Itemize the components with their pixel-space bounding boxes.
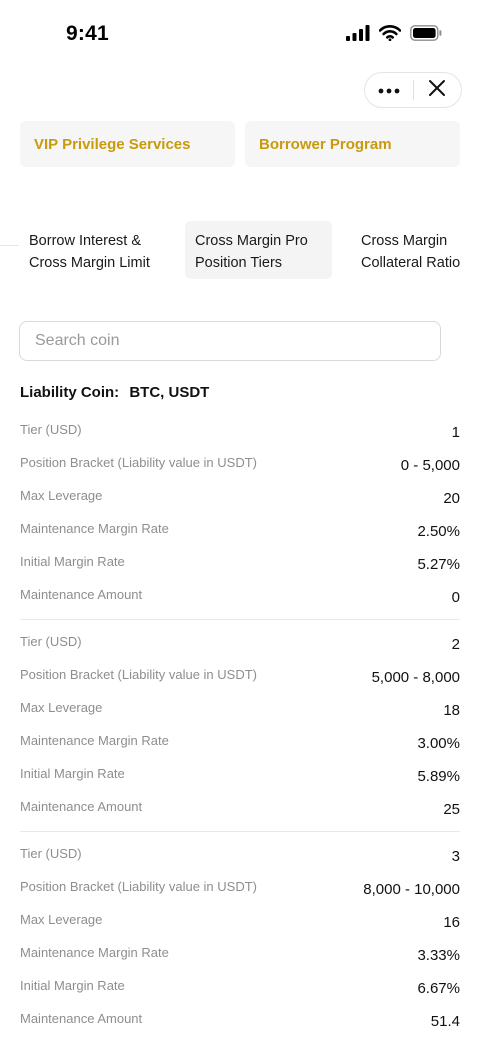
- maintenance-amount-value: 51.4: [430, 1013, 460, 1030]
- liability-coin: Liability Coin: BTC, USDT: [20, 384, 209, 401]
- battery-icon: [410, 25, 442, 46]
- position-bracket-label: Position Bracket (Liability value in USD…: [20, 455, 257, 470]
- position-bracket-row: Position Bracket (Liability value in USD…: [20, 447, 460, 480]
- maintenance-amount-label: Maintenance Amount: [20, 587, 143, 602]
- maintenance-margin-rate-value: 3.00%: [417, 735, 460, 752]
- max-leverage-value: 18: [443, 702, 460, 719]
- tier-row: Tier (USD) 3: [20, 838, 460, 871]
- maintenance-margin-rate-row: Maintenance Margin Rate 2.50%: [20, 513, 460, 546]
- max-leverage-label: Max Leverage: [20, 488, 103, 503]
- tab-label-line: Cross Margin: [361, 233, 448, 249]
- position-bracket-row: Position Bracket (Liability value in USD…: [20, 871, 460, 904]
- max-leverage-label: Max Leverage: [20, 700, 103, 715]
- maintenance-margin-rate-value: 2.50%: [417, 523, 460, 540]
- tab-label-line: Cross Margin Limit: [29, 255, 150, 271]
- mini-app-capsule: [364, 72, 462, 108]
- tier-value: 1: [451, 424, 460, 441]
- tier-block: Tier (USD) 1 Position Bracket (Liability v…: [20, 414, 460, 620]
- maintenance-margin-rate-label: Maintenance Margin Rate: [20, 521, 169, 536]
- position-bracket-value: 8,000 - 10,000: [363, 881, 460, 898]
- liability-coin-value: BTC, USDT: [129, 384, 210, 401]
- vip-privilege-card[interactable]: VIP Privilege Services: [20, 121, 235, 167]
- maintenance-amount-value: 0: [451, 589, 460, 606]
- position-bracket-label: Position Bracket (Liability value in USD…: [20, 667, 257, 682]
- tier-value: 2: [451, 636, 460, 653]
- maintenance-margin-rate-label: Maintenance Margin Rate: [20, 945, 169, 960]
- position-bracket-value: 0 - 5,000: [400, 457, 460, 474]
- initial-margin-rate-value: 5.89%: [417, 768, 460, 785]
- liability-coin-label: Liability Coin:: [20, 384, 120, 401]
- initial-margin-rate-value: 5.27%: [417, 556, 460, 573]
- tier-label: Tier (USD): [20, 846, 82, 861]
- maintenance-margin-rate-label: Maintenance Margin Rate: [20, 733, 169, 748]
- borrower-program-label: Borrower Program: [259, 135, 392, 153]
- tab-label-line: Collateral Ratio: [361, 255, 461, 271]
- maintenance-amount-row: Maintenance Amount 25: [20, 791, 460, 824]
- maintenance-amount-label: Maintenance Amount: [20, 799, 143, 814]
- initial-margin-rate-row: Initial Margin Rate 5.89%: [20, 758, 460, 791]
- max-leverage-row: Max Leverage 16: [20, 904, 460, 937]
- maintenance-amount-row: Maintenance Amount 51.4: [20, 1003, 460, 1036]
- max-leverage-row: Max Leverage 18: [20, 692, 460, 725]
- maintenance-margin-rate-row: Maintenance Margin Rate 3.33%: [20, 937, 460, 970]
- initial-margin-rate-label: Initial Margin Rate: [20, 554, 125, 569]
- initial-margin-rate-value: 6.67%: [417, 980, 460, 997]
- initial-margin-rate-label: Initial Margin Rate: [20, 766, 125, 781]
- status-icons: [346, 25, 442, 46]
- vip-privilege-label: VIP Privilege Services: [34, 135, 191, 153]
- tier-label: Tier (USD): [20, 422, 82, 437]
- max-leverage-label: Max Leverage: [20, 912, 103, 927]
- search-coin-input[interactable]: [19, 321, 441, 361]
- tier-list: Tier (USD) 1 Position Bracket (Liability v…: [20, 414, 460, 1040]
- more-icon: [378, 81, 400, 99]
- tier-block: Tier (USD) 2 Position Bracket (Liability v…: [20, 626, 460, 832]
- tier-label: Tier (USD): [20, 634, 82, 649]
- tab-label-line: Position Tiers: [195, 255, 283, 271]
- maintenance-margin-rate-value: 3.33%: [417, 947, 460, 964]
- tab-label-line: Cross Margin Pro: [195, 233, 308, 249]
- tab-divider-left: [0, 245, 19, 246]
- tab-collateral-ratio[interactable]: Cross Margin Collateral Ratio: [351, 221, 480, 279]
- tier-value: 3: [451, 848, 460, 865]
- close-icon: [428, 79, 446, 102]
- position-bracket-label: Position Bracket (Liability value in USD…: [20, 879, 257, 894]
- max-leverage-row: Max Leverage 20: [20, 480, 460, 513]
- maintenance-amount-value: 25: [443, 801, 460, 818]
- max-leverage-value: 16: [443, 914, 460, 931]
- tab-position-tiers[interactable]: Cross Margin Pro Position Tiers: [185, 221, 332, 279]
- tier-row: Tier (USD) 2: [20, 626, 460, 659]
- tab-borrow-interest[interactable]: Borrow Interest & Cross Margin Limit: [19, 221, 169, 279]
- close-button[interactable]: [413, 73, 461, 107]
- max-leverage-value: 20: [443, 490, 460, 507]
- borrower-program-card[interactable]: Borrower Program: [245, 121, 460, 167]
- maintenance-margin-rate-row: Maintenance Margin Rate 3.00%: [20, 725, 460, 758]
- status-bar: 9:41: [0, 0, 480, 70]
- wifi-icon: [378, 25, 402, 46]
- tab-label-line: Borrow Interest &: [29, 233, 142, 249]
- maintenance-amount-label: Maintenance Amount: [20, 1011, 143, 1026]
- initial-margin-rate-row: Initial Margin Rate 5.27%: [20, 546, 460, 579]
- position-bracket-value: 5,000 - 8,000: [371, 669, 460, 686]
- signal-icon: [346, 25, 370, 46]
- tier-row: Tier (USD) 1: [20, 414, 460, 447]
- initial-margin-rate-label: Initial Margin Rate: [20, 978, 125, 993]
- initial-margin-rate-row: Initial Margin Rate 6.67%: [20, 970, 460, 1003]
- more-button[interactable]: [365, 73, 413, 107]
- status-time: 9:41: [66, 22, 109, 45]
- tier-block: Tier (USD) 3 Position Bracket (Liability v…: [20, 838, 460, 1040]
- position-bracket-row: Position Bracket (Liability value in USD…: [20, 659, 460, 692]
- maintenance-amount-row: Maintenance Amount 0: [20, 579, 460, 612]
